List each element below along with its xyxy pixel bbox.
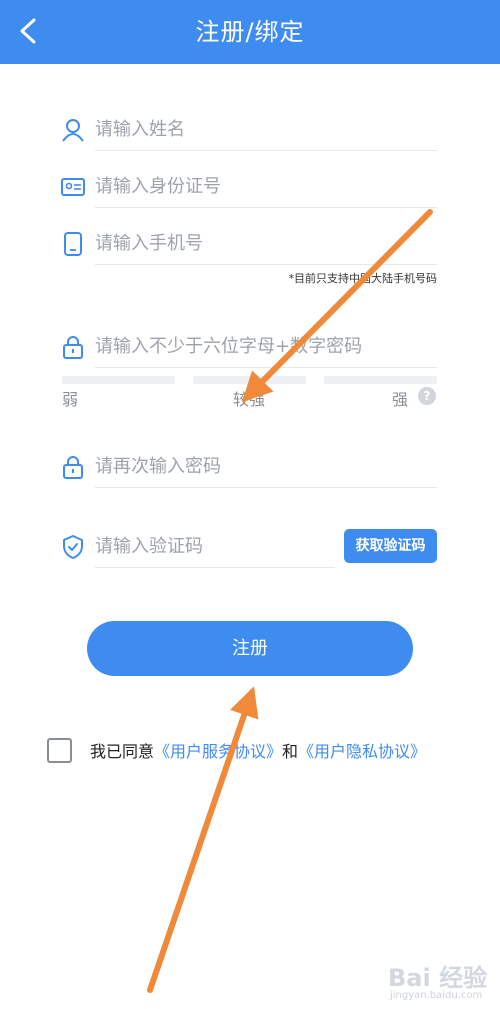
name-placeholder: 请输入姓名 — [95, 119, 185, 140]
phone-note: *目前只支持中国大陆手机号码 — [288, 272, 438, 285]
strength-bar-medium — [193, 376, 306, 384]
id-placeholder: 请输入身份证号 — [95, 176, 221, 197]
phone-placeholder: 请输入手机号 — [95, 233, 203, 254]
password-input[interactable]: 请输入不少于六位字母+数字密码 — [95, 327, 437, 368]
strength-label-medium: 较强 — [233, 390, 266, 409]
watermark-logo: Bai 经验 — [388, 964, 488, 992]
strength-bar-strong — [324, 376, 437, 384]
lock-icon — [63, 336, 83, 359]
agreement-prefix: 我已同意 — [90, 742, 155, 761]
strength-bar-weak — [62, 376, 175, 384]
page-title: 注册/绑定 — [195, 18, 305, 46]
app-header: 注册/绑定 — [0, 0, 500, 64]
agreement-checkbox[interactable] — [47, 738, 72, 763]
agreement-text: 我已同意《用户服务协议》和《用户隐私协议》 — [90, 738, 426, 762]
lock-icon-confirm — [63, 456, 83, 479]
confirm-password-input[interactable]: 请再次输入密码 — [95, 447, 437, 488]
phone-input[interactable]: 请输入手机号 — [95, 224, 437, 265]
strength-label-weak: 弱 — [62, 390, 79, 409]
agreement-and: 和 — [282, 742, 299, 761]
annotation-arrows — [147, 209, 433, 993]
password-placeholder: 请输入不少于六位字母+数字密码 — [95, 336, 363, 357]
arrow-to-register — [147, 686, 259, 993]
privacy-agreement-link[interactable]: 《用户隐私协议》 — [298, 742, 426, 761]
get-code-button[interactable]: 获取验证码 — [344, 529, 437, 563]
register-button[interactable]: 注册 — [87, 621, 413, 676]
shield-check-icon — [63, 535, 83, 559]
phone-icon — [64, 232, 82, 256]
strength-label-strong: 强 — [392, 390, 409, 409]
name-input[interactable]: 请输入姓名 — [95, 110, 437, 151]
id-number-input[interactable]: 请输入身份证号 — [95, 167, 437, 208]
verification-code-input[interactable]: 请输入验证码 — [95, 527, 335, 568]
user-icon — [62, 119, 84, 142]
code-placeholder: 请输入验证码 — [95, 536, 203, 557]
watermark-url: jingyan.baidu.com — [390, 990, 483, 1001]
confirm-placeholder: 请再次输入密码 — [95, 456, 221, 477]
id-card-icon — [61, 178, 85, 196]
help-icon[interactable]: ? — [418, 387, 436, 405]
service-agreement-link[interactable]: 《用户服务协议》 — [154, 742, 282, 761]
